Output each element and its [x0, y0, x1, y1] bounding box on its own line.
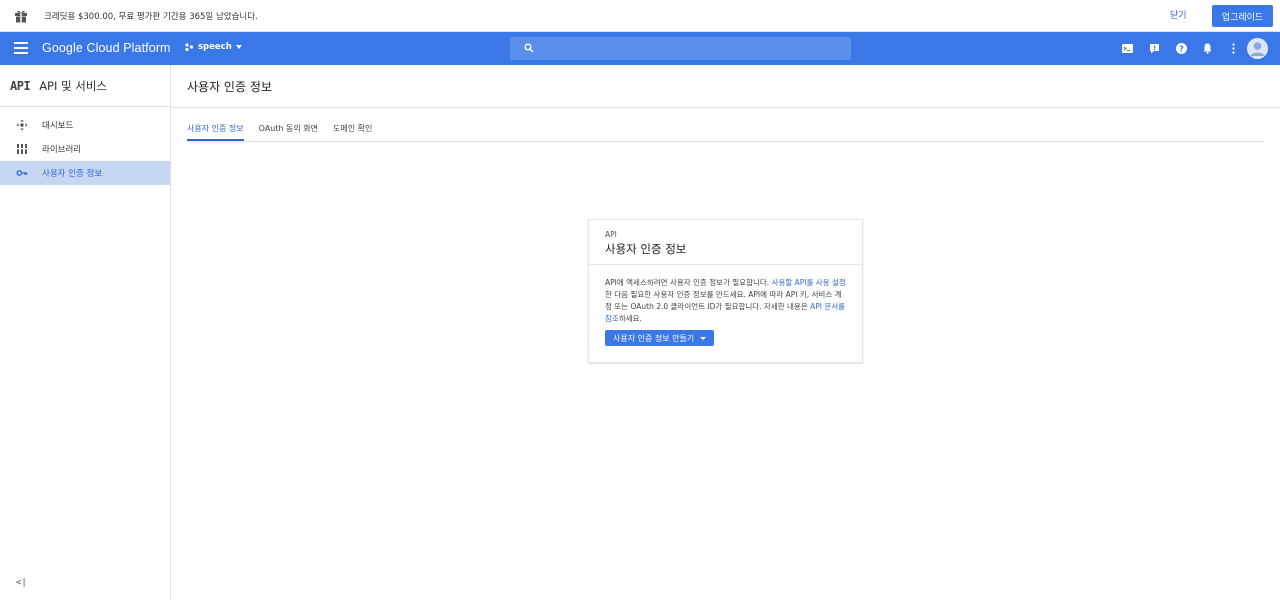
api-logo-icon: API — [10, 78, 31, 93]
sidebar-item-label: 사용자 인증 정보 — [42, 169, 103, 179]
upgrade-button[interactable]: 업그레이드 — [1212, 5, 1273, 27]
notification-alert-icon[interactable] — [1148, 42, 1161, 55]
tab-oauth-consent[interactable]: OAuth 동의 화면 — [259, 121, 318, 141]
sidebar-header: API API 및 서비스 — [0, 65, 170, 107]
card-subtitle: API — [605, 230, 617, 239]
chevron-down-icon — [235, 45, 242, 49]
sidebar-item-dashboard[interactable]: 대시보드 — [0, 113, 170, 137]
sidebar-title: API 및 서비스 — [39, 78, 108, 93]
menu-icon[interactable] — [14, 42, 28, 54]
card-body-text: 하세요. — [618, 314, 642, 323]
project-selector[interactable]: speech — [184, 42, 242, 52]
library-icon — [16, 144, 28, 154]
main-content: 사용자 인증 정보 사용자 인증 정보 OAuth 동의 화면 도메인 확인 A… — [171, 65, 1280, 600]
tab-credentials[interactable]: 사용자 인증 정보 — [187, 121, 244, 141]
gift-icon — [14, 9, 28, 23]
project-icon — [185, 43, 194, 52]
search-bar[interactable] — [510, 37, 851, 60]
card-title: 사용자 인증 정보 — [605, 242, 687, 256]
sidebar-item-credentials[interactable]: 사용자 인증 정보 — [0, 161, 170, 185]
sidebar-item-label: 라이브러리 — [42, 145, 82, 155]
promo-banner: 크레딧용 $300.00, 무료 평가판 기간용 365일 남았습니다. 닫기 … — [0, 0, 1280, 32]
key-icon — [16, 170, 28, 176]
search-icon — [524, 43, 534, 53]
credentials-card: API 사용자 인증 정보 API에 액세스하려면 사용자 인증 정보가 필요합… — [588, 219, 863, 363]
sidebar-nav: 대시보드 라이브러리 사용자 인증 정보 — [0, 107, 170, 185]
page-header: 사용자 인증 정보 — [171, 65, 1280, 108]
sidebar-item-library[interactable]: 라이브러리 — [0, 137, 170, 161]
svg-text:?: ? — [1179, 44, 1184, 53]
dashboard-icon — [16, 119, 28, 131]
close-promo-link[interactable]: 닫기 — [1170, 8, 1187, 21]
bell-icon[interactable] — [1201, 42, 1214, 55]
more-vert-icon[interactable] — [1227, 42, 1240, 55]
collapse-sidebar-icon[interactable]: <| — [16, 578, 27, 588]
card-header: API 사용자 인증 정보 — [589, 220, 862, 265]
page-title: 사용자 인증 정보 — [187, 79, 272, 94]
enable-api-link[interactable]: 사용할 API를 사용 설정 — [772, 278, 846, 287]
promo-text: 크레딧용 $300.00, 무료 평가판 기간용 365일 남았습니다. — [44, 11, 258, 22]
card-body-text: API에 액세스하려면 사용자 인증 정보가 필요합니다. — [605, 278, 772, 287]
top-header: Google Cloud Platform speech ? — [0, 32, 1280, 65]
sidebar-item-label: 대시보드 — [42, 121, 74, 131]
cloud-shell-icon[interactable] — [1121, 42, 1134, 55]
card-body-text: 한 다음 필요한 사용자 인증 정보를 만드세요. API에 따라 API 키,… — [605, 290, 842, 311]
create-credentials-label: 사용자 인증 정보 만들기 — [613, 333, 695, 343]
tab-domain-verification[interactable]: 도메인 확인 — [333, 121, 372, 141]
tab-bar: 사용자 인증 정보 OAuth 동의 화면 도메인 확인 — [187, 121, 1264, 142]
project-name: speech — [198, 42, 232, 52]
brand-title[interactable]: Google Cloud Platform — [42, 41, 171, 55]
sidebar: API API 및 서비스 대시보드 라이브러리 사용자 인증 정보 <| — [0, 65, 171, 600]
avatar[interactable] — [1247, 38, 1268, 59]
create-credentials-button[interactable]: 사용자 인증 정보 만들기 — [605, 330, 715, 346]
card-description: API에 액세스하려면 사용자 인증 정보가 필요합니다. 사용할 API를 사… — [589, 265, 862, 325]
account-icon — [1247, 38, 1268, 59]
help-icon[interactable]: ? — [1175, 42, 1188, 55]
chevron-down-icon — [700, 336, 707, 340]
